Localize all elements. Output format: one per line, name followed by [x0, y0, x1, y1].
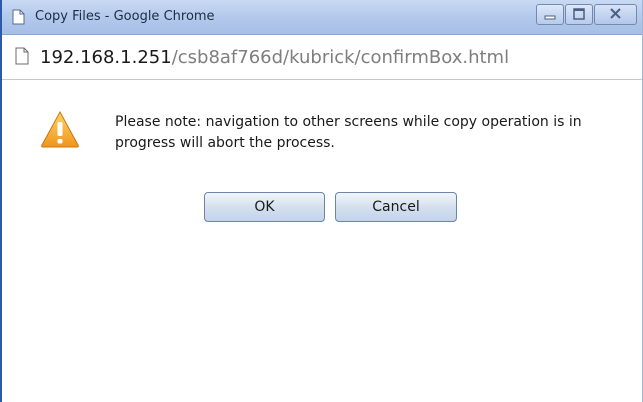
dialog-message: Please note: navigation to other screens…: [115, 114, 582, 151]
page-icon: [15, 47, 29, 65]
url-text[interactable]: 192.168.1.251/csb8af766d/kubrick/confirm…: [40, 47, 509, 68]
ok-button-label: OK: [254, 199, 275, 215]
close-icon: [610, 8, 621, 19]
cancel-button-label: Cancel: [372, 199, 420, 215]
window-title: Copy Files - Google Chrome: [35, 9, 215, 24]
close-button[interactable]: [594, 4, 637, 25]
minimize-icon: [544, 15, 556, 20]
warning-icon: [41, 110, 79, 148]
url-path: /csb8af766d/kubrick/confirmBox.html: [171, 47, 510, 68]
maximize-button[interactable]: [565, 4, 593, 25]
ok-button[interactable]: OK: [204, 192, 325, 222]
maximize-icon: [573, 8, 585, 20]
window-controls: [535, 4, 637, 25]
address-bar[interactable]: 192.168.1.251/csb8af766d/kubrick/confirm…: [2, 35, 642, 80]
cancel-button[interactable]: Cancel: [335, 192, 457, 222]
page-icon: [12, 9, 25, 25]
browser-window: Copy Files - Google Chrome 192.168.1.251…: [0, 0, 643, 402]
url-host: 192.168.1.251: [40, 47, 172, 68]
title-bar[interactable]: Copy Files - Google Chrome: [2, 0, 642, 35]
minimize-button[interactable]: [536, 4, 564, 25]
